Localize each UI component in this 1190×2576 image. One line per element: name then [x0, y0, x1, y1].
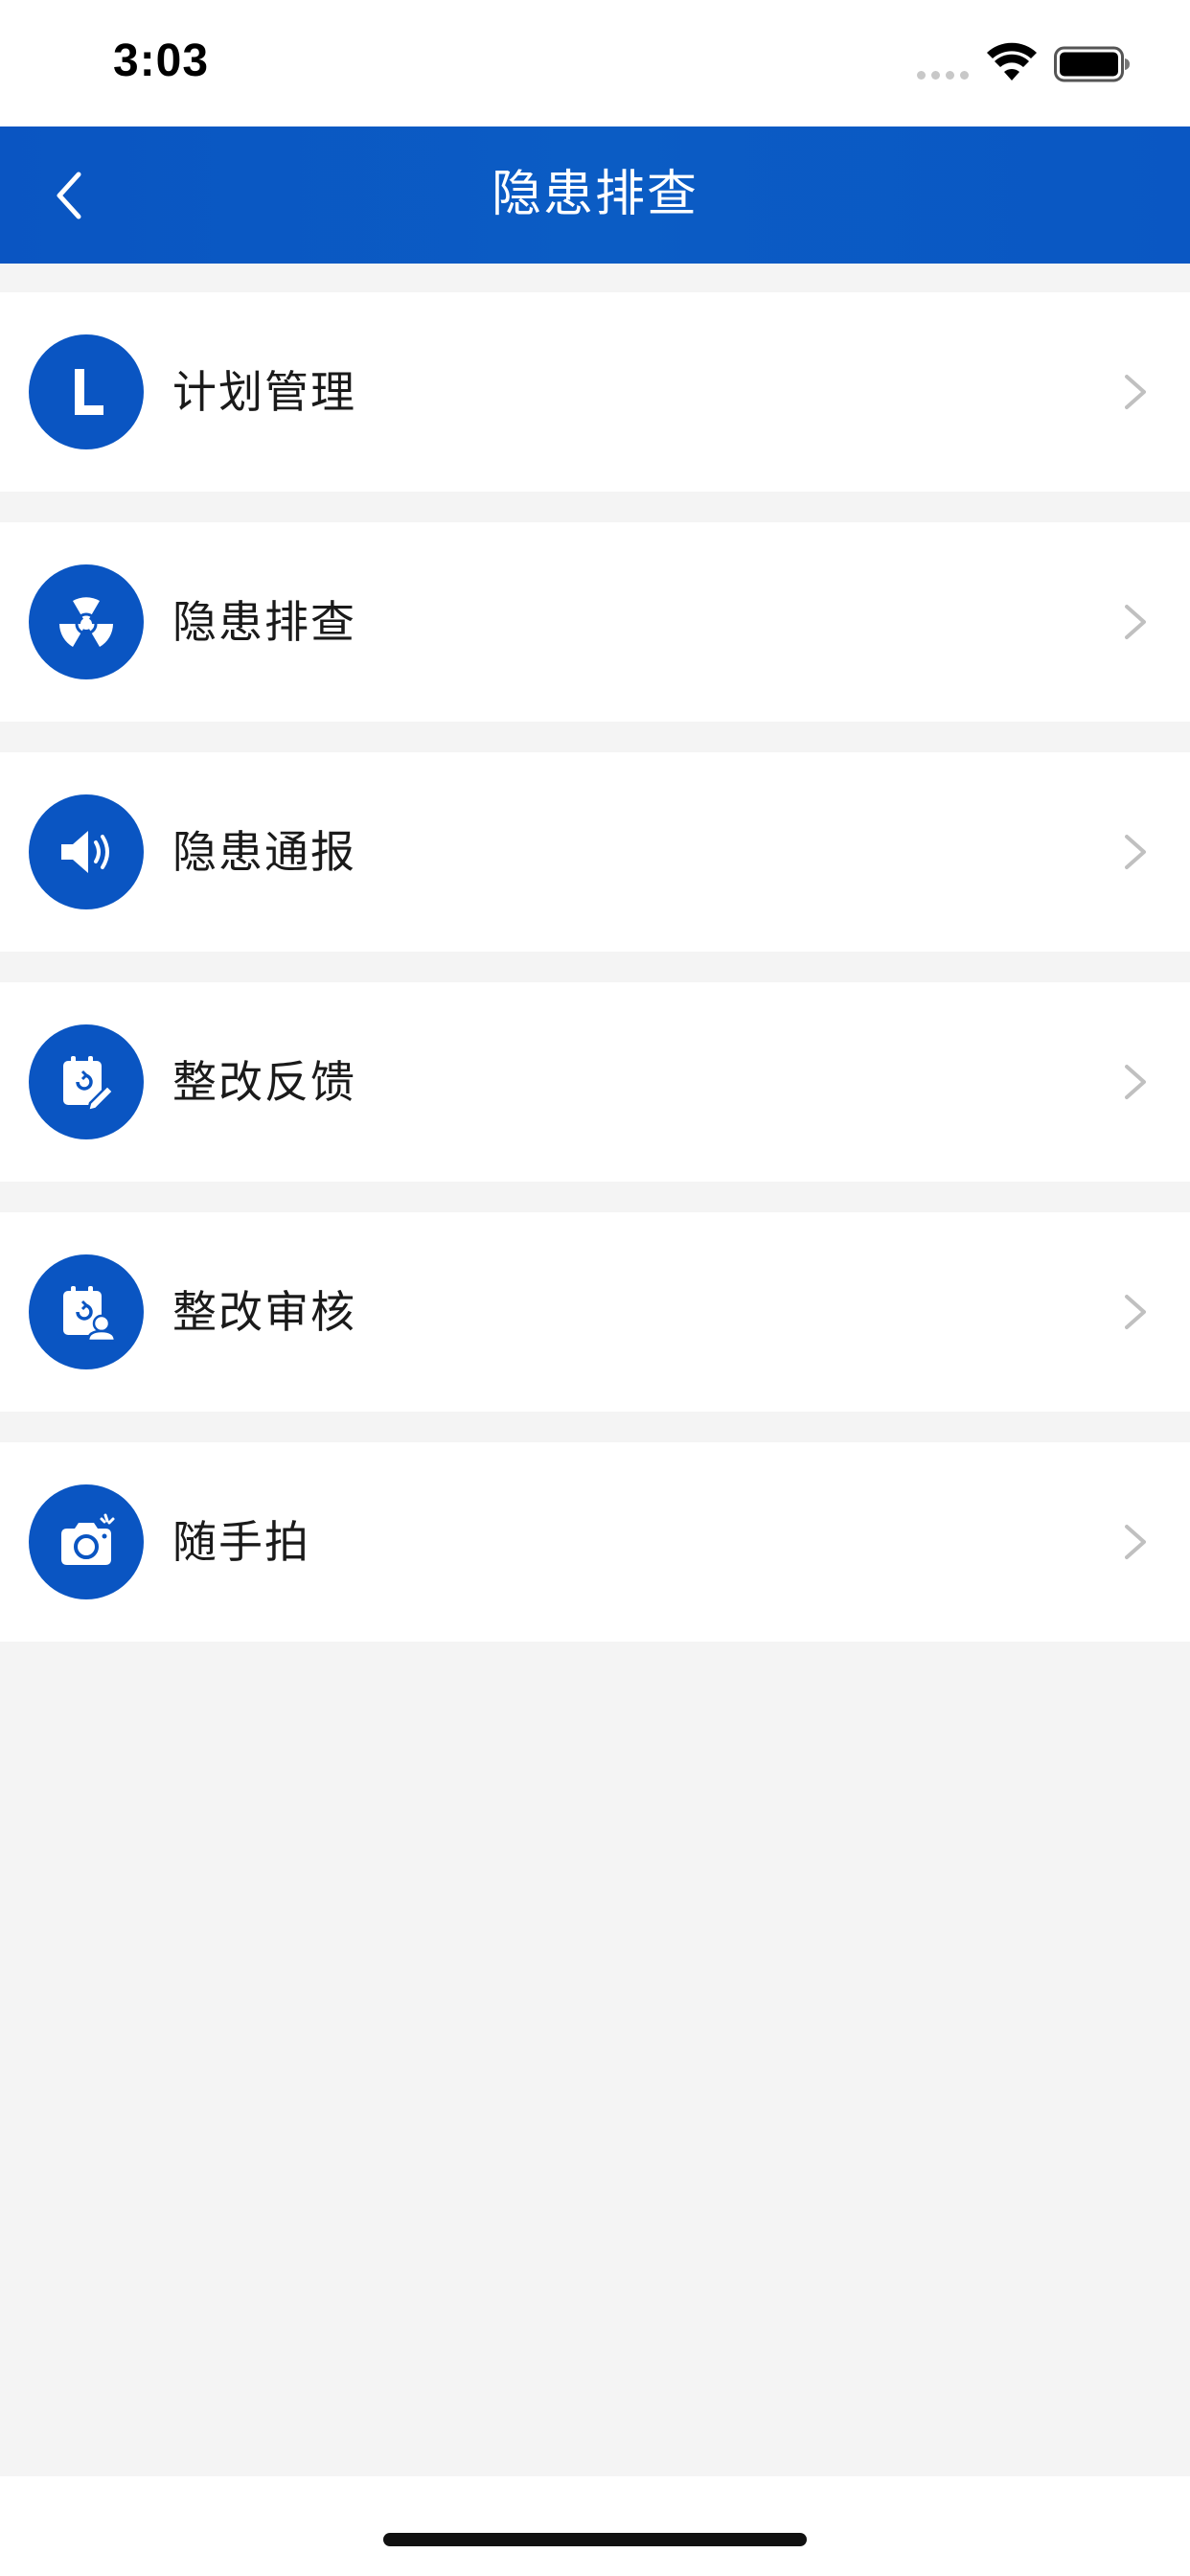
menu-list: 计划管理 隐患排查 隐患通报 整改反馈 整改审核 随手拍	[0, 292, 1190, 1672]
menu-item-label: 整改审核	[172, 1286, 356, 1338]
chevron-right-icon	[1125, 1525, 1146, 1559]
page-title: 隐患排查	[491, 166, 698, 223]
menu-item-plan-management[interactable]: 计划管理	[0, 292, 1190, 492]
menu-item-label: 整改反馈	[172, 1056, 356, 1108]
chevron-right-icon	[1125, 375, 1146, 409]
speaker-icon	[29, 794, 144, 909]
navigation-bar: 隐患排查	[0, 126, 1190, 264]
cellular-signal-icon	[917, 71, 969, 80]
menu-item-rectification-feedback[interactable]: 整改反馈	[0, 982, 1190, 1182]
menu-item-label: 随手拍	[172, 1516, 310, 1568]
menu-item-hazard-notice[interactable]: 隐患通报	[0, 752, 1190, 952]
chevron-right-icon	[1125, 835, 1146, 869]
chevron-right-icon	[1125, 605, 1146, 639]
status-bar: 3:03	[0, 0, 1190, 126]
menu-item-label: 计划管理	[172, 366, 356, 418]
menu-item-label: 隐患排查	[172, 596, 356, 648]
menu-item-rectification-review[interactable]: 整改审核	[0, 1212, 1190, 1412]
chevron-left-icon	[57, 172, 81, 219]
chevron-right-icon	[1125, 1065, 1146, 1099]
wifi-icon	[987, 42, 1037, 80]
menu-item-hazard-inspection[interactable]: 隐患排查	[0, 522, 1190, 722]
clock-plan-icon	[29, 334, 144, 449]
radiation-icon	[29, 564, 144, 679]
camera-icon	[29, 1484, 144, 1599]
home-indicator-area	[0, 2476, 1190, 2576]
clipboard-user-icon	[29, 1254, 144, 1369]
menu-item-snapshot[interactable]: 随手拍	[0, 1442, 1190, 1642]
battery-icon	[1054, 46, 1130, 82]
clipboard-edit-icon	[29, 1024, 144, 1139]
status-time: 3:03	[113, 35, 210, 86]
home-indicator[interactable]	[383, 2533, 807, 2546]
menu-item-label: 隐患通报	[172, 826, 356, 878]
back-button[interactable]	[29, 155, 109, 236]
chevron-right-icon	[1125, 1295, 1146, 1329]
